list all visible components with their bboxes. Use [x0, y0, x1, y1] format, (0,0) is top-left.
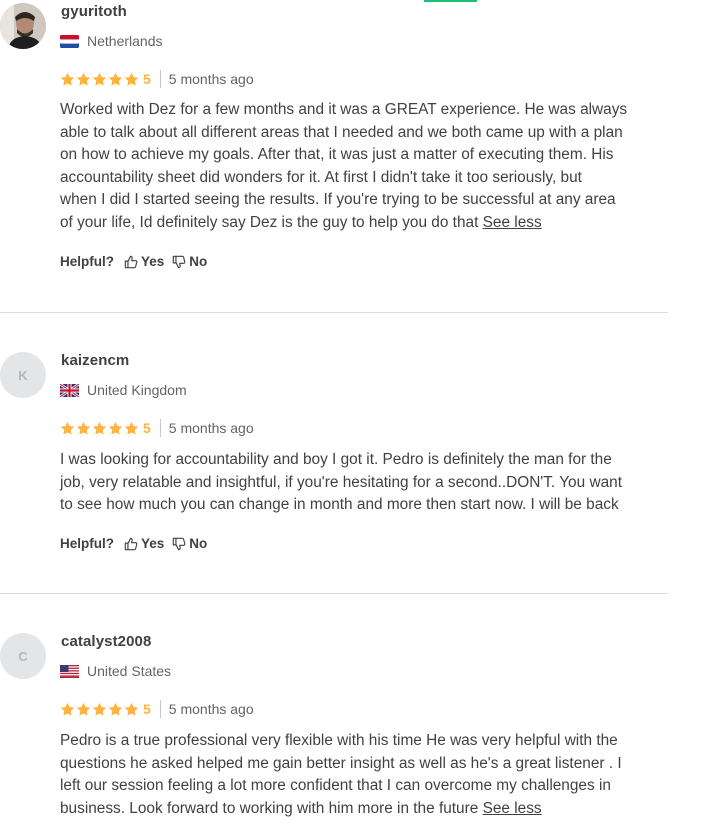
review-text: Worked with Dez for a few months and it …: [60, 99, 670, 235]
review-item: K kaizencm United Kingdom 5 5 months ago…: [0, 313, 668, 594]
country-name: Netherlands: [87, 33, 163, 49]
review-line: I was looking for accountability and boy…: [60, 451, 612, 468]
helpful-no-button[interactable]: No: [172, 536, 207, 551]
review-text: Pedro is a true professional very flexib…: [60, 730, 670, 820]
see-less-link[interactable]: See less: [483, 800, 542, 817]
review-line: questions he asked helped me gain better…: [60, 754, 622, 772]
star-icon: [60, 72, 75, 86]
star-icon: [124, 702, 139, 716]
helpful-yes-button[interactable]: Yes: [124, 536, 164, 551]
thumbs-up-icon: [124, 537, 138, 550]
user-photo-icon: [0, 3, 46, 49]
rating-row: 5 5 months ago: [60, 70, 254, 88]
review-line: Pedro is a true professional very flexib…: [60, 732, 618, 749]
review-line: Worked with Dez for a few months and it …: [60, 101, 628, 118]
reviewer-country: United States: [60, 663, 171, 679]
star-rating: [60, 72, 139, 87]
review-time: 5 months ago: [168, 701, 254, 717]
see-less-link[interactable]: See less: [483, 214, 542, 231]
star-icon: [124, 72, 139, 86]
rating-row: 5 5 months ago: [60, 700, 254, 718]
reviewer-country: United Kingdom: [60, 382, 187, 398]
uk-flag-icon: [60, 383, 79, 397]
reviewer-username[interactable]: kaizencm: [61, 352, 129, 369]
review-time: 5 months ago: [168, 420, 254, 436]
divider: [159, 70, 161, 88]
star-icon: [108, 421, 123, 435]
star-icon: [92, 421, 107, 435]
avatar[interactable]: K: [0, 352, 46, 398]
review-text: I was looking for accountability and boy…: [60, 449, 670, 517]
helpful-no-button[interactable]: No: [172, 254, 207, 269]
review-line: accountability sheet did wonders for it.…: [60, 168, 582, 186]
review-line: job, very relatable and insightful, if y…: [60, 473, 622, 491]
rating-row: 5 5 months ago: [60, 419, 254, 437]
helpful-label: Helpful?: [60, 254, 114, 269]
thumbs-down-icon: [173, 255, 186, 268]
review-item: gyuritoth Netherlands 5 5 months ago Wor…: [0, 0, 668, 313]
star-icon: [60, 702, 75, 716]
rating-score: 5: [143, 701, 151, 717]
review-line: left our session feeling a lot more conf…: [60, 777, 611, 795]
reviewer-username[interactable]: gyuritoth: [61, 3, 127, 20]
thumbs-down-icon: [173, 537, 186, 550]
no-label: No: [189, 536, 208, 551]
star-rating: [60, 421, 139, 436]
reviewer-country: Netherlands: [60, 33, 163, 49]
country-name: United States: [87, 663, 172, 679]
review-line: on how to achieve my goals. After that, …: [60, 146, 614, 164]
no-label: No: [189, 254, 208, 269]
star-icon: [108, 72, 123, 86]
review-line-text: business. Look forward to working with h…: [60, 799, 479, 817]
star-icon: [76, 72, 91, 86]
review-line-text: of your life, Id definitely say Dez is t…: [60, 213, 479, 231]
reviewer-username[interactable]: catalyst2008: [61, 633, 151, 650]
avatar[interactable]: [0, 3, 46, 49]
rating-score: 5: [143, 71, 151, 87]
star-icon: [76, 702, 91, 716]
star-rating: [60, 702, 139, 717]
thumbs-up-icon: [124, 255, 138, 268]
divider: [159, 700, 161, 718]
review-line: to see how much you can change in month …: [60, 496, 619, 514]
divider: [159, 419, 161, 437]
star-icon: [124, 421, 139, 435]
avatar-initial: C: [18, 648, 28, 664]
star-icon: [92, 72, 107, 86]
star-icon: [60, 421, 75, 435]
yes-label: Yes: [141, 254, 165, 269]
country-name: United Kingdom: [87, 382, 187, 398]
netherlands-flag-icon: [60, 34, 79, 48]
yes-label: Yes: [141, 536, 165, 551]
helpful-row: Helpful? Yes No: [60, 254, 215, 269]
review-line: of your life, Id definitely say Dez is t…: [60, 212, 670, 235]
avatar[interactable]: C: [0, 633, 46, 679]
helpful-row: Helpful? Yes No: [60, 536, 215, 551]
review-item: C catalyst2008 United States 5 5 months …: [0, 594, 668, 828]
review-time: 5 months ago: [168, 71, 254, 87]
helpful-label: Helpful?: [60, 536, 114, 551]
review-line: business. Look forward to working with h…: [60, 798, 670, 821]
star-icon: [92, 702, 107, 716]
star-icon: [76, 421, 91, 435]
review-line: when I did I started seeing the results.…: [60, 191, 616, 209]
star-icon: [108, 702, 123, 716]
avatar-initial: K: [18, 367, 28, 383]
rating-score: 5: [143, 420, 151, 436]
helpful-yes-button[interactable]: Yes: [124, 254, 164, 269]
us-flag-icon: [60, 664, 79, 678]
review-line: able to talk about all different areas t…: [60, 123, 623, 141]
